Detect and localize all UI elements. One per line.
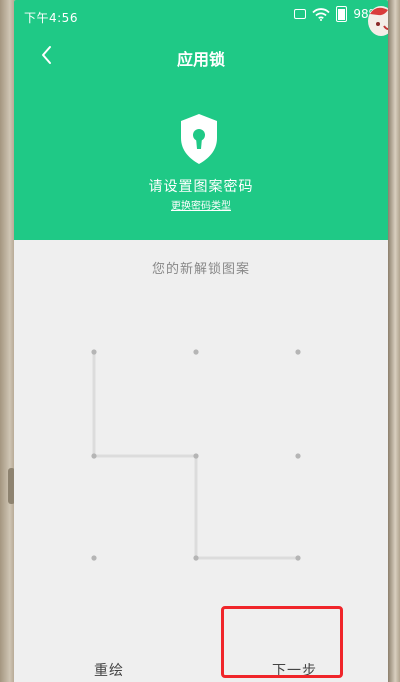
pattern-dot-4[interactable] xyxy=(91,453,97,459)
pattern-lock-grid[interactable] xyxy=(74,330,334,580)
status-bar: 下午4:56 98% xyxy=(14,0,388,36)
header-subtitle: 请设置图案密码 xyxy=(148,179,254,195)
shield-lock-icon xyxy=(181,114,217,164)
highlight-annotation xyxy=(221,606,343,678)
page-title: 应用锁 xyxy=(176,50,225,69)
redraw-button[interactable]: 重绘 xyxy=(94,660,124,680)
device-edge-left xyxy=(0,0,14,682)
status-time: 下午4:56 xyxy=(24,11,78,25)
device-edge-right xyxy=(388,0,400,682)
battery-icon xyxy=(336,6,348,22)
pattern-dot-3[interactable] xyxy=(295,349,301,355)
sim-card-icon xyxy=(294,9,307,19)
pattern-dot-5[interactable] xyxy=(193,453,199,459)
app-header: 下午4:56 98% 应用锁 请设置图案密码 更换密码类型 xyxy=(14,0,388,240)
change-password-type-link[interactable]: 更换密码类型 xyxy=(14,197,388,212)
pattern-dot-7[interactable] xyxy=(91,555,97,561)
pattern-dot-6[interactable] xyxy=(295,453,301,459)
pattern-dot-9[interactable] xyxy=(295,555,301,561)
screen: 下午4:56 98% 应用锁 请设置图案密码 更换密码类型 您的新解锁图案 重绘… xyxy=(14,0,388,682)
pattern-prompt: 您的新解锁图案 xyxy=(151,262,250,277)
pattern-dot-1[interactable] xyxy=(91,349,97,355)
pattern-dot-2[interactable] xyxy=(193,349,199,355)
pattern-dot-8[interactable] xyxy=(193,555,199,561)
device-frame: 下午4:56 98% 应用锁 请设置图案密码 更换密码类型 您的新解锁图案 重绘… xyxy=(0,0,400,682)
wifi-icon xyxy=(312,7,330,21)
sticker-decoration-icon xyxy=(368,6,388,36)
